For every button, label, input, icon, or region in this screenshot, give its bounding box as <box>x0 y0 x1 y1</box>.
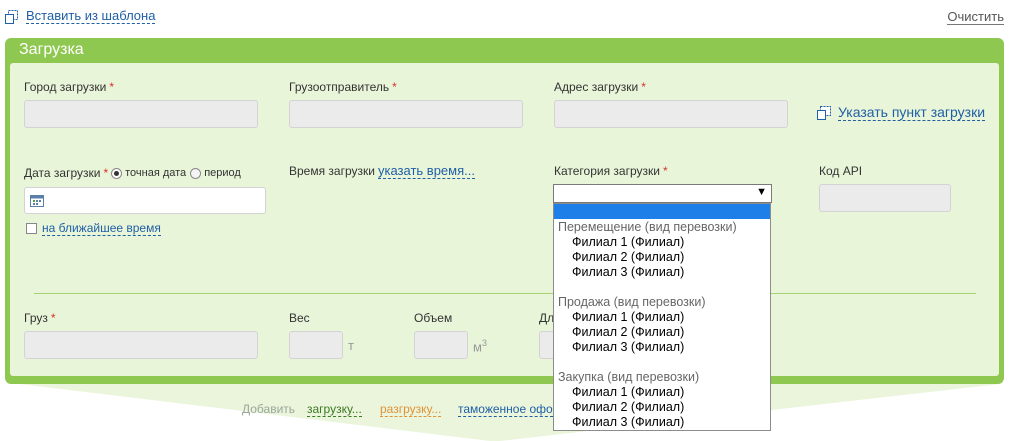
date-input[interactable] <box>24 187 266 214</box>
set-loading-point-link[interactable]: Указать пункт загрузки <box>817 105 986 121</box>
dropdown-option[interactable]: Филиал 2 (Филиал) <box>572 325 684 339</box>
set-loading-point-label[interactable]: Указать пункт загрузки <box>838 105 986 121</box>
exact-date-label: точная дата <box>125 167 187 179</box>
section-divider <box>34 293 976 294</box>
dropdown-option[interactable]: Филиал 3 (Филиал) <box>572 340 684 354</box>
city-label: Город загрузки * <box>24 80 115 94</box>
dropdown-option[interactable]: Филиал 1 (Филиал) <box>572 235 684 249</box>
shipper-input[interactable] <box>289 100 523 128</box>
dropdown-option[interactable]: Филиал 2 (Филиал) <box>572 400 684 414</box>
api-code-label: Код API <box>819 164 863 178</box>
weight-unit: т <box>348 338 354 353</box>
api-code-input[interactable] <box>819 184 951 212</box>
volume-unit: м3 <box>473 338 487 355</box>
weight-label: Вес <box>289 311 310 325</box>
add-loading-link[interactable]: загрузку... <box>307 402 362 417</box>
nearest-time-checkbox[interactable] <box>26 223 37 234</box>
length-label: Дл <box>539 311 555 325</box>
loading-panel: Загрузка Город загрузки * Грузоотправител… <box>5 38 1004 384</box>
add-section-tab: Добавить загрузку... разгрузку... таможе… <box>20 384 1000 441</box>
dropdown-group-label: Продажа (вид перевозки) <box>558 295 706 309</box>
dropdown-option[interactable]: Филиал 3 (Филиал) <box>572 265 684 279</box>
insert-template-link[interactable]: Вставить из шаблона <box>5 9 156 24</box>
panel-title: Загрузка <box>19 41 84 58</box>
category-label: Категория загрузки * <box>554 164 668 178</box>
add-customs-link[interactable]: таможенное офо <box>458 402 553 417</box>
dropdown-option[interactable]: Филиал 1 (Филиал) <box>572 385 684 399</box>
date-label-row: Дата загрузки * точная дата период <box>24 166 241 180</box>
address-input[interactable] <box>554 100 788 128</box>
category-dropdown-list[interactable]: Перемещение (вид перевозки) Филиал 1 (Фи… <box>553 203 771 431</box>
volume-input[interactable] <box>414 331 468 359</box>
panel-body: Город загрузки * Грузоотправитель * Адрес … <box>10 63 999 376</box>
dropdown-empty-option[interactable] <box>554 204 770 219</box>
period-label: период <box>204 167 241 179</box>
calendar-icon[interactable] <box>30 195 44 210</box>
volume-label: Объем <box>414 311 453 325</box>
weight-input[interactable] <box>289 331 343 359</box>
shipper-label: Грузоотправитель * <box>289 80 397 94</box>
add-label: Добавить <box>242 402 296 416</box>
cargo-label: Груз * <box>24 311 56 325</box>
dropdown-group-label: Закупка (вид перевозки) <box>558 370 700 384</box>
chevron-down-icon[interactable]: ▼ <box>756 186 767 198</box>
category-select[interactable]: ▼ <box>553 184 772 203</box>
period-radio[interactable] <box>190 167 202 179</box>
dropdown-option[interactable]: Филиал 1 (Филиал) <box>572 310 684 324</box>
dropdown-option[interactable]: Филиал 2 (Филиал) <box>572 250 684 264</box>
time-label: Время загрузки <box>289 164 375 178</box>
address-label: Адрес загрузки * <box>554 80 646 94</box>
add-unloading-link[interactable]: разгрузку... <box>380 402 442 417</box>
paste-template-icon <box>5 9 21 24</box>
dropdown-group-label: Перемещение (вид перевозки) <box>558 220 737 234</box>
clear-link[interactable]: Очистить <box>947 9 1004 25</box>
nearest-time-option[interactable]: на ближайшее время <box>26 221 161 236</box>
dropdown-option[interactable]: Филиал 3 (Филиал) <box>572 415 684 429</box>
time-label-row: Время загрузки указать время... <box>289 164 475 179</box>
cargo-input[interactable] <box>24 331 258 359</box>
city-input[interactable] <box>24 100 258 128</box>
exact-date-radio[interactable] <box>111 167 123 179</box>
insert-template-label[interactable]: Вставить из шаблона <box>26 9 156 24</box>
nearest-time-label[interactable]: на ближайшее время <box>42 221 161 236</box>
set-time-link[interactable]: указать время... <box>377 164 475 179</box>
date-label: Дата загрузки <box>24 166 101 180</box>
map-point-icon <box>817 106 832 120</box>
